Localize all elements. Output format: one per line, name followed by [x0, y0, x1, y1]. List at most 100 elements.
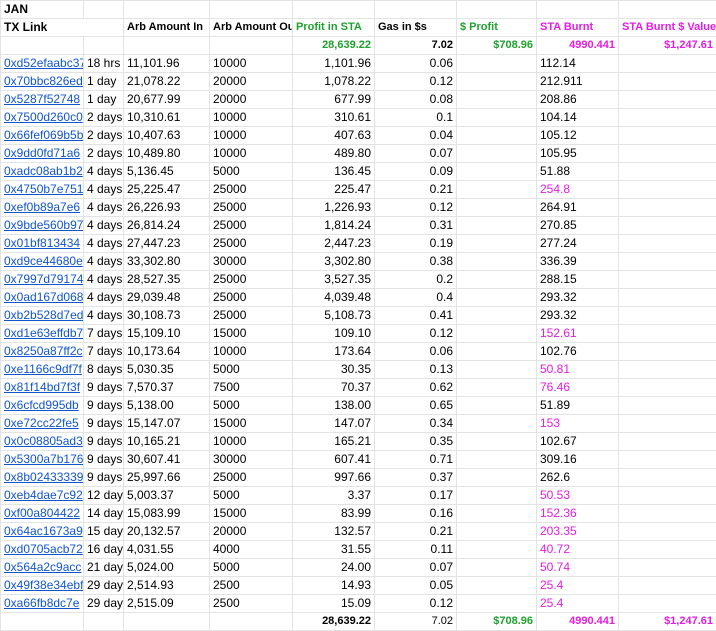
sta-burnt-value-cell[interactable]	[618, 252, 716, 271]
tx-link[interactable]: 0xf00a804422	[0, 504, 84, 523]
sta-burnt-cell[interactable]: 152.36	[536, 504, 619, 523]
profit-sta-cell[interactable]: 70.37	[292, 378, 375, 397]
tx-age[interactable]: 18 hrs	[83, 54, 124, 73]
profit-sta-cell[interactable]: 31.55	[292, 540, 375, 559]
gas-cell[interactable]: 0.12	[374, 198, 457, 217]
tx-age[interactable]: 2 days	[83, 126, 124, 145]
tx-age[interactable]: 21 day	[83, 558, 124, 577]
tx-link[interactable]: 0x01bf813434	[0, 234, 84, 253]
profit-usd-cell[interactable]	[456, 180, 537, 199]
profit-usd-cell[interactable]	[456, 198, 537, 217]
gas-cell[interactable]: 0.37	[374, 468, 457, 487]
arb-in-cell[interactable]: 5,138.00	[123, 396, 210, 415]
gas-cell[interactable]: 0.12	[374, 594, 457, 613]
tx-link[interactable]: 0xadc08ab1b2	[0, 162, 84, 181]
sta-burnt-value-cell[interactable]	[618, 576, 716, 595]
arb-in-cell[interactable]: 10,173.64	[123, 342, 210, 361]
tx-link[interactable]: 0x0c08805ad3	[0, 432, 84, 451]
arb-out-cell[interactable]: 2500	[209, 594, 293, 613]
arb-in-cell[interactable]: 2,515.09	[123, 594, 210, 613]
sta-burnt-value-cell[interactable]	[618, 90, 716, 109]
gas-cell[interactable]: 0.17	[374, 486, 457, 505]
tx-age[interactable]: 4 days	[83, 180, 124, 199]
arb-out-cell[interactable]: 10000	[209, 108, 293, 127]
gas-cell[interactable]: 0.38	[374, 252, 457, 271]
arb-in-cell[interactable]: 15,083.99	[123, 504, 210, 523]
profit-usd-cell[interactable]	[456, 144, 537, 163]
tx-age[interactable]: 9 days	[83, 432, 124, 451]
arb-out-cell[interactable]: 25000	[209, 468, 293, 487]
sta-burnt-cell[interactable]: 288.15	[536, 270, 619, 289]
gas-cell[interactable]: 0.16	[374, 504, 457, 523]
gas-cell[interactable]: 0.4	[374, 288, 457, 307]
gas-cell[interactable]: 0.65	[374, 396, 457, 415]
arb-out-cell[interactable]: 15000	[209, 324, 293, 343]
gas-cell[interactable]: 0.19	[374, 234, 457, 253]
profit-usd-cell[interactable]	[456, 306, 537, 325]
tx-link[interactable]: 0x70bbc826ed	[0, 72, 84, 91]
sta-burnt-cell[interactable]: 25.4	[536, 594, 619, 613]
header-sta-burnt[interactable]: STA Burnt	[536, 18, 619, 37]
gas-cell[interactable]: 0.41	[374, 306, 457, 325]
tx-age[interactable]: 4 days	[83, 234, 124, 253]
profit-usd-cell[interactable]	[456, 162, 537, 181]
sta-burnt-cell[interactable]: 50.74	[536, 558, 619, 577]
profit-sta-cell[interactable]: 132.57	[292, 522, 375, 541]
tx-link[interactable]: 0x9dd0fd71a6	[0, 144, 84, 163]
profit-sta-cell[interactable]: 173.64	[292, 342, 375, 361]
gas-cell[interactable]: 0.08	[374, 90, 457, 109]
tx-age[interactable]: 9 days	[83, 378, 124, 397]
arb-out-cell[interactable]: 20000	[209, 72, 293, 91]
arb-out-cell[interactable]: 2500	[209, 576, 293, 595]
sta-burnt-cell[interactable]: 105.95	[536, 144, 619, 163]
sta-burnt-value-cell[interactable]	[618, 396, 716, 415]
sta-burnt-value-cell[interactable]	[618, 54, 716, 73]
arb-in-cell[interactable]: 10,165.21	[123, 432, 210, 451]
tx-link[interactable]: 0xe1166c9df7f	[0, 360, 84, 379]
tx-age[interactable]: 1 day	[83, 90, 124, 109]
tx-age[interactable]: 4 days	[83, 270, 124, 289]
profit-sta-cell[interactable]: 3,302.80	[292, 252, 375, 271]
gas-cell[interactable]: 0.1	[374, 108, 457, 127]
header-gas[interactable]: Gas in $s	[374, 18, 457, 37]
tx-link[interactable]: 0x64ac1673a9	[0, 522, 84, 541]
arb-in-cell[interactable]: 20,677.99	[123, 90, 210, 109]
arb-out-cell[interactable]: 10000	[209, 432, 293, 451]
gas-cell[interactable]: 0.11	[374, 540, 457, 559]
tx-link[interactable]: 0x4750b7e751	[0, 180, 84, 199]
tx-link[interactable]: 0x5287f52748	[0, 90, 84, 109]
sta-burnt-cell[interactable]: 51.89	[536, 396, 619, 415]
tx-link[interactable]: 0x7997d79174	[0, 270, 84, 289]
arb-out-cell[interactable]: 20000	[209, 90, 293, 109]
arb-in-cell[interactable]: 20,132.57	[123, 522, 210, 541]
profit-usd-cell[interactable]	[456, 234, 537, 253]
arb-out-cell[interactable]: 25000	[209, 180, 293, 199]
sta-burnt-value-cell[interactable]	[618, 450, 716, 469]
profit-sta-cell[interactable]: 407.63	[292, 126, 375, 145]
tx-link[interactable]: 0xef0b89a7e6	[0, 198, 84, 217]
arb-out-cell[interactable]: 5000	[209, 486, 293, 505]
gas-cell[interactable]: 0.13	[374, 360, 457, 379]
tx-age[interactable]: 15 day	[83, 522, 124, 541]
profit-usd-cell[interactable]	[456, 468, 537, 487]
sta-burnt-value-cell[interactable]	[618, 198, 716, 217]
tx-link[interactable]: 0xd1e63effdb7	[0, 324, 84, 343]
tx-link[interactable]: 0x9bde560b97	[0, 216, 84, 235]
arb-in-cell[interactable]: 7,570.37	[123, 378, 210, 397]
profit-usd-cell[interactable]	[456, 540, 537, 559]
profit-sta-cell[interactable]: 3,527.35	[292, 270, 375, 289]
gas-cell[interactable]: 0.12	[374, 72, 457, 91]
arb-in-cell[interactable]: 5,136.45	[123, 162, 210, 181]
profit-usd-cell[interactable]	[456, 450, 537, 469]
sta-burnt-value-cell[interactable]	[618, 162, 716, 181]
arb-out-cell[interactable]: 5000	[209, 396, 293, 415]
profit-usd-cell[interactable]	[456, 126, 537, 145]
arb-in-cell[interactable]: 30,607.41	[123, 450, 210, 469]
tx-link[interactable]: 0x81f14bd7f3f	[0, 378, 84, 397]
totals-profit-sta[interactable]: 28,639.22	[292, 612, 375, 631]
tx-age[interactable]: 2 days	[83, 144, 124, 163]
gas-cell[interactable]: 0.21	[374, 180, 457, 199]
profit-sta-cell[interactable]: 165.21	[292, 432, 375, 451]
profit-usd-cell[interactable]	[456, 324, 537, 343]
tx-age[interactable]: 8 days	[83, 360, 124, 379]
